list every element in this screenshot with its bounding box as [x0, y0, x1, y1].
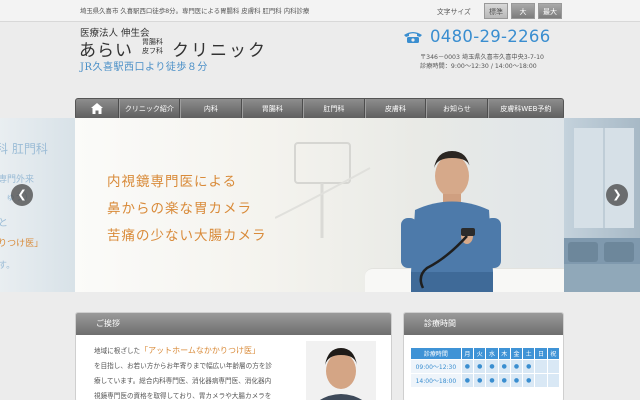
nav-news[interactable]: お知らせ — [426, 99, 488, 119]
schedule-mark — [546, 373, 561, 388]
schedule-mark: ● — [460, 373, 475, 388]
doctor-portrait — [306, 341, 376, 400]
clinic-hours: 診療時間：9:00～12:30 / 14:00～18:00 — [420, 63, 537, 70]
greeting-line: を目指し、お若い方からお年寄りまで幅広い年齢層の方を診 — [94, 362, 273, 370]
schedule-table: 診療時間 月 火 水 木 金 土 日 祝 09:00～12:30 ● ● ● ●… — [410, 347, 561, 388]
schedule-row: 09:00～12:30 ● ● ● ● ● ● — [410, 359, 561, 374]
access-info: JR久喜駅西口より徒歩８分 — [80, 62, 208, 73]
schedule-row: 14:00～18:00 ● ● ● ● ● ● — [410, 373, 561, 388]
schedule-title: 診療時間 — [404, 313, 563, 335]
schedule-mark: ● — [522, 373, 536, 388]
doctor-illustration — [401, 151, 501, 292]
font-size-max-button[interactable]: 最大 — [538, 3, 562, 19]
schedule-time: 14:00～18:00 — [410, 373, 462, 388]
equipment-illustration — [275, 142, 371, 238]
ghost-text: と — [0, 218, 8, 229]
phone-number[interactable]: 0480-29-2266 — [430, 27, 551, 46]
schedule-panel: 診療時間 診療時間 月 火 水 木 金 土 日 祝 09:00～12:30 ● … — [403, 312, 564, 400]
hero-slide-current[interactable]: 内視鏡専門医による 鼻からの楽な胃カメラ 苦痛の少ない大腸カメラ — [75, 118, 565, 292]
logo-dept-line2: 皮フ科 — [142, 47, 163, 55]
schedule-mark: ● — [473, 359, 487, 374]
chevron-right-icon: ❯ — [612, 188, 622, 201]
clinic-address: 〒346－0003 埼玉県久喜市久喜中央3-7-10 — [420, 54, 544, 61]
schedule-mark: ● — [497, 359, 511, 374]
ghost-text: りつけ医」 — [0, 239, 44, 249]
greeting-panel: ご挨拶 地域に根ざした「アットホームなかかりつけ医」 を目指し、お若い方からお年… — [75, 312, 392, 400]
nav-web-reservation[interactable]: 皮膚科WEB予約 — [487, 99, 563, 119]
hero-slider: 科 肛門科 専門外来 ゅう） と りつけ医」 す。 内視鏡専門医による — [0, 118, 640, 292]
ghost-text: 専門外来 — [0, 175, 35, 185]
top-strip: 埼玉県久喜市 久喜駅西口徒歩8分。専門医による胃腸科 皮膚科 肛門科 内科診療 … — [0, 0, 640, 22]
greeting-lead: 地域に根ざした — [94, 347, 141, 355]
schedule-header-cell: 金 — [509, 347, 524, 360]
schedule-header-cell: 水 — [485, 347, 499, 360]
greeting-text: 地域に根ざした「アットホームなかかりつけ医」 を目指し、お若い方からお年寄りまで… — [76, 335, 391, 400]
schedule-header-cell: 月 — [460, 347, 475, 360]
nav-gastroenterology[interactable]: 胃腸科 — [241, 99, 304, 119]
schedule-header-cell: 日 — [534, 347, 548, 360]
logo-departments: 胃腸科 皮フ科 — [142, 38, 163, 56]
nav-clinic-intro[interactable]: クリニック紹介 — [118, 99, 181, 119]
schedule-time: 09:00～12:30 — [410, 359, 462, 374]
font-size-standard-button[interactable]: 標準 — [484, 3, 508, 19]
nav-home[interactable] — [76, 99, 119, 119]
chevron-left-icon: ❮ — [17, 188, 27, 201]
slider-prev-button[interactable]: ❮ — [11, 184, 33, 206]
schedule-header-row: 診療時間 月 火 水 木 金 土 日 祝 — [410, 347, 561, 360]
hero-headline-3: 苦痛の少ない大腸カメラ — [107, 228, 267, 244]
home-icon — [90, 103, 103, 114]
logo-dept-line1: 胃腸科 — [142, 38, 163, 46]
site-tagline: 埼玉県久喜市 久喜駅西口徒歩8分。専門医による胃腸科 皮膚科 肛門科 内科診療 — [80, 7, 310, 15]
nav-proctology[interactable]: 肛門科 — [303, 99, 365, 119]
nav-dermatology[interactable]: 皮膚科 — [364, 99, 427, 119]
ghost-text: す。 — [0, 261, 16, 271]
greeting-title: ご挨拶 — [76, 313, 391, 335]
schedule-header-cell: 診療時間 — [410, 347, 462, 360]
hero-headline-2: 鼻からの楽な胃カメラ — [107, 201, 252, 217]
schedule-mark: ● — [509, 373, 524, 388]
schedule-mark: ● — [497, 373, 511, 388]
site-header: 医療法人 伸生会 あらい 胃腸科 皮フ科 クリニック JR久喜駅西口より徒歩８分… — [0, 22, 640, 120]
ghost-text: 科 肛門科 — [0, 142, 48, 156]
global-nav: クリニック紹介 内科 胃腸科 肛門科 皮膚科 お知らせ 皮膚科WEB予約 — [75, 98, 564, 120]
schedule-mark: ● — [485, 373, 499, 388]
greeting-highlight: 「アットホームなかかりつけ医」 — [140, 346, 260, 355]
font-size-large-button[interactable]: 大 — [511, 3, 535, 19]
schedule-mark: ● — [509, 359, 524, 374]
hero-next-slide-peek — [564, 118, 640, 292]
schedule-header-cell: 土 — [522, 347, 536, 360]
schedule-mark: ● — [522, 359, 536, 374]
hero-prev-slide-peek: 科 肛門科 専門外来 ゅう） と りつけ医」 す。 — [0, 118, 75, 292]
schedule-mark: ● — [485, 359, 499, 374]
schedule-header-cell: 祝 — [546, 347, 561, 360]
greeting-line: 療しています。総合内科専門医、消化器病専門医、消化器内 — [94, 377, 272, 385]
schedule-mark — [546, 359, 561, 374]
hero-headline-1: 内視鏡専門医による — [107, 174, 238, 190]
schedule-mark — [534, 359, 548, 374]
schedule-mark: ● — [473, 373, 487, 388]
schedule-header-cell: 火 — [473, 347, 487, 360]
phone-icon — [404, 32, 422, 43]
nav-internal-medicine[interactable]: 内科 — [180, 99, 242, 119]
font-size-label: 文字サイズ — [437, 8, 471, 16]
schedule-header-cell: 木 — [497, 347, 511, 360]
schedule-mark — [534, 373, 548, 388]
slider-next-button[interactable]: ❯ — [606, 184, 628, 206]
waiting-room-illustration — [564, 128, 640, 292]
schedule-mark: ● — [460, 359, 475, 374]
greeting-line: 視鏡専門医の資格を取得しており、胃カメラや大腸カメラを — [94, 392, 272, 400]
